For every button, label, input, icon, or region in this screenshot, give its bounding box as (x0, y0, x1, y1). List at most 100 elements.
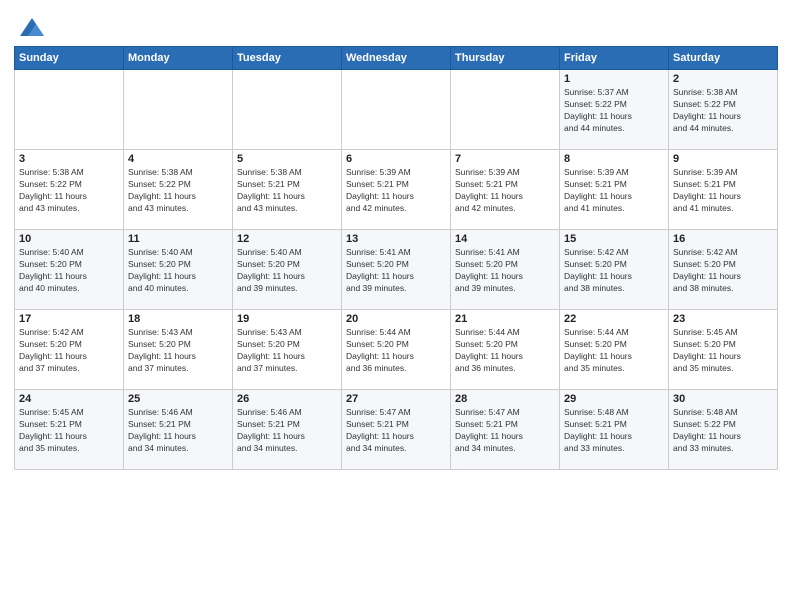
calendar-cell: 30 Sunrise: 5:48 AM Sunset: 5:22 PM Dayli… (669, 390, 778, 470)
day-info: Sunrise: 5:38 AM Sunset: 5:22 PM Dayligh… (673, 87, 773, 135)
day-number: 15 (564, 233, 664, 245)
calendar-cell: 1Sunrise: 5:37 AM Sunset: 5:22 PM Daylig… (560, 70, 669, 150)
calendar-cell: 8 Sunrise: 5:39 AM Sunset: 5:21 PM Daylig… (560, 150, 669, 230)
day-number: 25 (128, 393, 228, 405)
day-number: 26 (237, 393, 337, 405)
day-number: 20 (346, 313, 446, 325)
weekday-header-saturday: Saturday (669, 47, 778, 70)
calendar-cell: 16Sunrise: 5:42 AM Sunset: 5:20 PM Dayli… (669, 230, 778, 310)
day-info: Sunrise: 5:40 AM Sunset: 5:20 PM Dayligh… (237, 247, 337, 295)
calendar-cell: 10 Sunrise: 5:40 AM Sunset: 5:20 PM Dayli… (15, 230, 124, 310)
week-row-1: 1Sunrise: 5:37 AM Sunset: 5:22 PM Daylig… (15, 70, 778, 150)
day-info: Sunrise: 5:47 AM Sunset: 5:21 PM Dayligh… (346, 407, 446, 455)
day-info: Sunrise: 5:43 AM Sunset: 5:20 PM Dayligh… (128, 327, 228, 375)
calendar-header: SundayMondayTuesdayWednesdayThursdayFrid… (15, 47, 778, 70)
day-number: 11 (128, 233, 228, 245)
day-info: Sunrise: 5:43 AM Sunset: 5:20 PM Dayligh… (237, 327, 337, 375)
week-row-4: 17Sunrise: 5:42 AM Sunset: 5:20 PM Dayli… (15, 310, 778, 390)
day-info: Sunrise: 5:42 AM Sunset: 5:20 PM Dayligh… (19, 327, 119, 375)
calendar-cell (124, 70, 233, 150)
day-info: Sunrise: 5:44 AM Sunset: 5:20 PM Dayligh… (455, 327, 555, 375)
calendar-cell: 29 Sunrise: 5:48 AM Sunset: 5:21 PM Dayli… (560, 390, 669, 470)
calendar-table: SundayMondayTuesdayWednesdayThursdayFrid… (14, 46, 778, 470)
day-number: 10 (19, 233, 119, 245)
week-row-3: 10 Sunrise: 5:40 AM Sunset: 5:20 PM Dayli… (15, 230, 778, 310)
calendar-cell: 14Sunrise: 5:41 AM Sunset: 5:20 PM Dayli… (451, 230, 560, 310)
day-info: Sunrise: 5:38 AM Sunset: 5:22 PM Dayligh… (128, 167, 228, 215)
calendar-cell (451, 70, 560, 150)
calendar-cell: 21 Sunrise: 5:44 AM Sunset: 5:20 PM Dayli… (451, 310, 560, 390)
week-row-5: 24 Sunrise: 5:45 AM Sunset: 5:21 PM Dayli… (15, 390, 778, 470)
calendar-cell: 3 Sunrise: 5:38 AM Sunset: 5:22 PM Daylig… (15, 150, 124, 230)
calendar-cell: 12 Sunrise: 5:40 AM Sunset: 5:20 PM Dayli… (233, 230, 342, 310)
day-info: Sunrise: 5:45 AM Sunset: 5:20 PM Dayligh… (673, 327, 773, 375)
weekday-header-thursday: Thursday (451, 47, 560, 70)
calendar-cell (15, 70, 124, 150)
day-info: Sunrise: 5:40 AM Sunset: 5:20 PM Dayligh… (19, 247, 119, 295)
calendar-cell (342, 70, 451, 150)
calendar-cell: 28 Sunrise: 5:47 AM Sunset: 5:21 PM Dayli… (451, 390, 560, 470)
day-number: 28 (455, 393, 555, 405)
day-number: 19 (237, 313, 337, 325)
calendar-cell: 22 Sunrise: 5:44 AM Sunset: 5:20 PM Dayli… (560, 310, 669, 390)
weekday-header-monday: Monday (124, 47, 233, 70)
day-number: 12 (237, 233, 337, 245)
day-info: Sunrise: 5:47 AM Sunset: 5:21 PM Dayligh… (455, 407, 555, 455)
weekday-header-sunday: Sunday (15, 47, 124, 70)
day-info: Sunrise: 5:46 AM Sunset: 5:21 PM Dayligh… (128, 407, 228, 455)
day-number: 8 (564, 153, 664, 165)
calendar-cell: 7Sunrise: 5:39 AM Sunset: 5:21 PM Daylig… (451, 150, 560, 230)
calendar-cell: 13 Sunrise: 5:41 AM Sunset: 5:20 PM Dayli… (342, 230, 451, 310)
header (14, 10, 778, 42)
day-number: 27 (346, 393, 446, 405)
weekday-header-row: SundayMondayTuesdayWednesdayThursdayFrid… (15, 47, 778, 70)
calendar-cell: 5 Sunrise: 5:38 AM Sunset: 5:21 PM Daylig… (233, 150, 342, 230)
weekday-header-friday: Friday (560, 47, 669, 70)
day-number: 30 (673, 393, 773, 405)
calendar-cell: 19 Sunrise: 5:43 AM Sunset: 5:20 PM Dayli… (233, 310, 342, 390)
calendar-body: 1Sunrise: 5:37 AM Sunset: 5:22 PM Daylig… (15, 70, 778, 470)
day-number: 22 (564, 313, 664, 325)
day-number: 5 (237, 153, 337, 165)
day-number: 3 (19, 153, 119, 165)
day-info: Sunrise: 5:39 AM Sunset: 5:21 PM Dayligh… (673, 167, 773, 215)
day-info: Sunrise: 5:42 AM Sunset: 5:20 PM Dayligh… (673, 247, 773, 295)
day-info: Sunrise: 5:44 AM Sunset: 5:20 PM Dayligh… (564, 327, 664, 375)
day-number: 6 (346, 153, 446, 165)
calendar-cell: 25 Sunrise: 5:46 AM Sunset: 5:21 PM Dayli… (124, 390, 233, 470)
day-info: Sunrise: 5:44 AM Sunset: 5:20 PM Dayligh… (346, 327, 446, 375)
day-info: Sunrise: 5:48 AM Sunset: 5:22 PM Dayligh… (673, 407, 773, 455)
day-info: Sunrise: 5:38 AM Sunset: 5:21 PM Dayligh… (237, 167, 337, 215)
calendar-cell: 24 Sunrise: 5:45 AM Sunset: 5:21 PM Dayli… (15, 390, 124, 470)
day-number: 7 (455, 153, 555, 165)
weekday-header-wednesday: Wednesday (342, 47, 451, 70)
day-number: 14 (455, 233, 555, 245)
day-info: Sunrise: 5:45 AM Sunset: 5:21 PM Dayligh… (19, 407, 119, 455)
day-info: Sunrise: 5:48 AM Sunset: 5:21 PM Dayligh… (564, 407, 664, 455)
day-number: 21 (455, 313, 555, 325)
day-info: Sunrise: 5:38 AM Sunset: 5:22 PM Dayligh… (19, 167, 119, 215)
calendar-cell: 17Sunrise: 5:42 AM Sunset: 5:20 PM Dayli… (15, 310, 124, 390)
calendar-cell: 6Sunrise: 5:39 AM Sunset: 5:21 PM Daylig… (342, 150, 451, 230)
page: SundayMondayTuesdayWednesdayThursdayFrid… (0, 0, 792, 612)
day-number: 13 (346, 233, 446, 245)
calendar-cell: 23Sunrise: 5:45 AM Sunset: 5:20 PM Dayli… (669, 310, 778, 390)
calendar-cell: 20 Sunrise: 5:44 AM Sunset: 5:20 PM Dayli… (342, 310, 451, 390)
day-info: Sunrise: 5:42 AM Sunset: 5:20 PM Dayligh… (564, 247, 664, 295)
calendar-cell: 4Sunrise: 5:38 AM Sunset: 5:22 PM Daylig… (124, 150, 233, 230)
day-info: Sunrise: 5:40 AM Sunset: 5:20 PM Dayligh… (128, 247, 228, 295)
calendar-cell: 15 Sunrise: 5:42 AM Sunset: 5:20 PM Dayli… (560, 230, 669, 310)
day-number: 18 (128, 313, 228, 325)
calendar-cell: 9Sunrise: 5:39 AM Sunset: 5:21 PM Daylig… (669, 150, 778, 230)
day-number: 29 (564, 393, 664, 405)
weekday-header-tuesday: Tuesday (233, 47, 342, 70)
week-row-2: 3 Sunrise: 5:38 AM Sunset: 5:22 PM Daylig… (15, 150, 778, 230)
logo (14, 14, 46, 42)
day-info: Sunrise: 5:46 AM Sunset: 5:21 PM Dayligh… (237, 407, 337, 455)
calendar-cell: 11 Sunrise: 5:40 AM Sunset: 5:20 PM Dayli… (124, 230, 233, 310)
day-number: 24 (19, 393, 119, 405)
day-info: Sunrise: 5:37 AM Sunset: 5:22 PM Dayligh… (564, 87, 664, 135)
calendar-cell: 26 Sunrise: 5:46 AM Sunset: 5:21 PM Dayli… (233, 390, 342, 470)
day-info: Sunrise: 5:41 AM Sunset: 5:20 PM Dayligh… (346, 247, 446, 295)
day-info: Sunrise: 5:39 AM Sunset: 5:21 PM Dayligh… (564, 167, 664, 215)
